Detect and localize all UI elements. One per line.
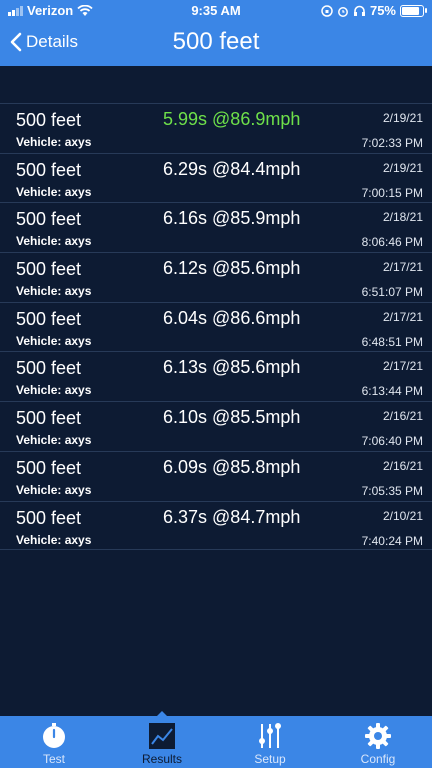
orientation-lock-icon xyxy=(321,4,333,17)
tab-label: Results xyxy=(141,752,182,766)
row-date: 2/18/21 xyxy=(382,210,423,225)
result-row[interactable]: 500 feet Vehicle: axys 6.16s @85.9mph 2/… xyxy=(0,202,432,252)
tab-label: Setup xyxy=(254,752,286,766)
chart-icon xyxy=(149,723,175,749)
row-vehicle: Vehicle: axys xyxy=(16,284,92,299)
result-row[interactable]: 500 feet Vehicle: axys 6.13s @85.6mph 2/… xyxy=(0,351,432,401)
row-vehicle: Vehicle: axys xyxy=(16,135,92,149)
row-vehicle: Vehicle: axys xyxy=(16,234,92,249)
tab-test[interactable]: Test xyxy=(0,716,108,768)
row-date: 2/17/21 xyxy=(382,260,423,275)
row-distance: 500 feet xyxy=(16,408,82,429)
row-result: 6.16s @85.9mph xyxy=(163,208,301,229)
row-vehicle: Vehicle: axys xyxy=(16,433,92,448)
result-row[interactable]: 500 feet Vehicle: axys 6.29s @84.4mph 2/… xyxy=(0,152,432,203)
row-vehicle: Vehicle: axys xyxy=(16,333,92,348)
result-row[interactable]: 500 feet Vehicle: axys 6.37s @84.7mph 2/… xyxy=(0,500,432,551)
row-date: 2/16/21 xyxy=(382,458,423,473)
result-row[interactable]: 500 feet Vehicle: axys 6.10s @85.5mph 2/… xyxy=(0,401,432,451)
tab-label: Test xyxy=(42,752,65,766)
row-result: 5.99s @86.9mph xyxy=(163,109,301,129)
row-date: 2/19/21 xyxy=(382,160,423,175)
results-list: 500 feet Vehicle: axys 5.99s @86.9mph 2/… xyxy=(0,103,432,551)
result-row[interactable]: 500 feet Vehicle: axys 6.04s @86.6mph 2/… xyxy=(0,301,432,352)
navigation-bar: Details 500 feet xyxy=(0,22,432,66)
row-time: 6:13:44 PM xyxy=(361,384,423,399)
row-time: 6:51:07 PM xyxy=(361,285,423,300)
stopwatch-icon xyxy=(43,723,65,748)
row-time: 7:00:15 PM xyxy=(361,185,423,200)
page-title: 500 feet xyxy=(172,28,260,55)
row-distance: 500 feet xyxy=(16,110,82,130)
row-date: 2/17/21 xyxy=(382,309,423,324)
tab-label: Config xyxy=(360,752,396,766)
tab-config[interactable]: Config xyxy=(324,716,432,768)
row-distance: 500 feet xyxy=(16,259,82,280)
row-result: 6.09s @85.8mph xyxy=(163,456,301,477)
row-vehicle: Vehicle: axys xyxy=(16,383,92,398)
battery-percent: 75% xyxy=(369,3,396,18)
battery-icon xyxy=(400,4,427,17)
row-result: 6.10s @85.5mph xyxy=(163,407,301,428)
row-date: 2/10/21 xyxy=(382,508,423,523)
row-time: 7:06:40 PM xyxy=(361,434,423,449)
row-result: 6.04s @86.6mph xyxy=(163,307,301,328)
result-row[interactable]: 500 feet Vehicle: axys 6.12s @85.6mph 2/… xyxy=(0,252,432,302)
row-time: 7:40:24 PM xyxy=(361,533,423,548)
result-row[interactable]: 500 feet Vehicle: axys 6.09s @85.8mph 2/… xyxy=(0,450,432,501)
row-date: 2/17/21 xyxy=(382,359,423,374)
row-vehicle: Vehicle: axys xyxy=(16,482,92,497)
row-result: 6.37s @84.7mph xyxy=(163,506,301,527)
row-time: 7:05:35 PM xyxy=(361,483,423,498)
row-date: 2/19/21 xyxy=(382,111,423,125)
status-bar: Verizon 9:35 AM 75% xyxy=(0,0,432,22)
alarm-icon xyxy=(338,6,348,17)
row-result: 6.12s @85.6mph xyxy=(163,258,301,279)
result-row[interactable]: 500 feet Vehicle: axys 5.99s @86.9mph 2/… xyxy=(0,103,432,153)
row-distance: 500 feet xyxy=(16,507,82,528)
row-result: 6.13s @85.6mph xyxy=(163,357,301,378)
headphones-icon xyxy=(353,5,365,16)
tab-results[interactable]: Results xyxy=(108,716,216,768)
row-time: 6:48:51 PM xyxy=(361,334,423,349)
row-time: 8:06:46 PM xyxy=(361,235,423,250)
row-vehicle: Vehicle: axys xyxy=(16,532,92,547)
row-result: 6.29s @84.4mph xyxy=(163,158,301,179)
row-vehicle: Vehicle: axys xyxy=(16,184,92,199)
row-time: 7:02:33 PM xyxy=(361,136,423,150)
row-date: 2/16/21 xyxy=(382,409,423,424)
row-distance: 500 feet xyxy=(16,308,82,329)
row-distance: 500 feet xyxy=(16,209,82,230)
row-distance: 500 feet xyxy=(16,159,82,180)
tab-bar: Test Results Setup Config xyxy=(0,716,432,768)
row-distance: 500 feet xyxy=(16,358,82,379)
sliders-icon xyxy=(259,723,281,748)
gear-icon xyxy=(365,723,391,749)
row-distance: 500 feet xyxy=(16,457,82,478)
tab-setup[interactable]: Setup xyxy=(216,716,324,768)
